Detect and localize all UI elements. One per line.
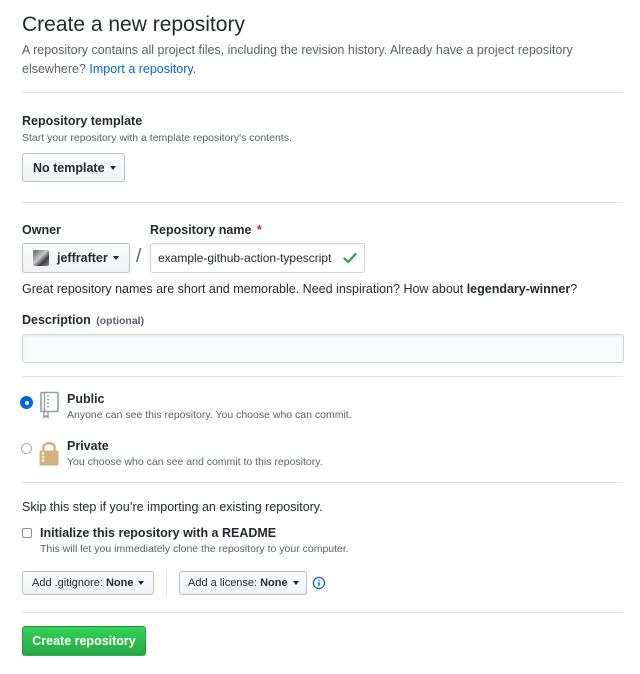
- template-dropdown-button[interactable]: No template: [22, 153, 125, 182]
- divider: [22, 376, 623, 377]
- private-label: Private: [67, 439, 109, 453]
- caret-down-icon: [138, 581, 145, 585]
- license-dropdown-button[interactable]: Add a license: None: [179, 571, 307, 595]
- repo-name-hint-suffix: ?: [570, 282, 578, 296]
- public-label: Public: [67, 392, 105, 406]
- caret-down-icon: [292, 581, 299, 585]
- lock-icon: [39, 442, 59, 466]
- repo-icon: [40, 391, 59, 419]
- repo-name-label: Repository name *: [150, 223, 262, 237]
- divider: [22, 482, 623, 483]
- readme-label[interactable]: Initialize this repository with a README: [40, 526, 276, 540]
- page-title: Create a new repository: [22, 13, 245, 36]
- owner-dropdown-button[interactable]: jeffrafter: [22, 243, 130, 273]
- license-prefix: Add a license:: [188, 577, 258, 589]
- readme-note: This will let you immediately clone the …: [40, 543, 349, 555]
- public-note: Anyone can see this repository. You choo…: [67, 409, 352, 421]
- private-note: You choose who can see and commit to thi…: [67, 456, 323, 468]
- caret-down-icon: [109, 165, 116, 170]
- license-value: None: [260, 577, 288, 589]
- vertical-divider: [166, 569, 167, 597]
- template-label: Repository template: [22, 114, 143, 128]
- new-repository-page: Create a new repository A repository con…: [0, 0, 640, 674]
- page-intro: A repository contains all project files,…: [22, 41, 612, 79]
- owner-repo-separator: /: [136, 246, 142, 267]
- description-input[interactable]: [22, 334, 624, 363]
- divider: [22, 92, 623, 93]
- description-label-text: Description: [22, 313, 91, 327]
- owner-value: jeffrafter: [57, 251, 108, 265]
- private-radio[interactable]: [21, 443, 32, 454]
- description-optional: (optional): [96, 315, 145, 327]
- divider: [22, 612, 623, 613]
- gitignore-dropdown-button[interactable]: Add .gitignore: None: [22, 571, 154, 595]
- gitignore-value: None: [105, 577, 134, 589]
- import-repository-link[interactable]: Import a repository.: [89, 62, 196, 76]
- owner-label: Owner: [22, 223, 61, 237]
- create-repository-button[interactable]: Create repository: [22, 626, 146, 656]
- description-label: Description (optional): [22, 313, 144, 327]
- template-note: Start your repository with a template re…: [22, 132, 292, 144]
- divider: [22, 202, 623, 203]
- repository-name-value: example-github-action-typescript: [158, 251, 332, 265]
- public-radio[interactable]: [21, 397, 32, 408]
- repo-name-hint: Great repository names are short and mem…: [22, 282, 577, 296]
- repo-name-hint-text: Great repository names are short and mem…: [22, 282, 464, 296]
- gitignore-prefix: Add .gitignore:: [32, 577, 103, 589]
- readme-checkbox[interactable]: [22, 528, 32, 538]
- template-button-label: No template: [33, 160, 105, 175]
- info-icon[interactable]: [312, 576, 326, 590]
- required-marker: *: [256, 223, 262, 237]
- check-icon: [343, 252, 357, 264]
- caret-down-icon: [112, 256, 119, 260]
- skip-note: Skip this step if you’re importing an ex…: [22, 500, 323, 514]
- repo-name-label-text: Repository name: [150, 223, 252, 237]
- repository-name-input[interactable]: example-github-action-typescript: [150, 243, 365, 273]
- repo-name-suggestion[interactable]: legendary-winner: [467, 282, 571, 296]
- avatar: [33, 250, 49, 266]
